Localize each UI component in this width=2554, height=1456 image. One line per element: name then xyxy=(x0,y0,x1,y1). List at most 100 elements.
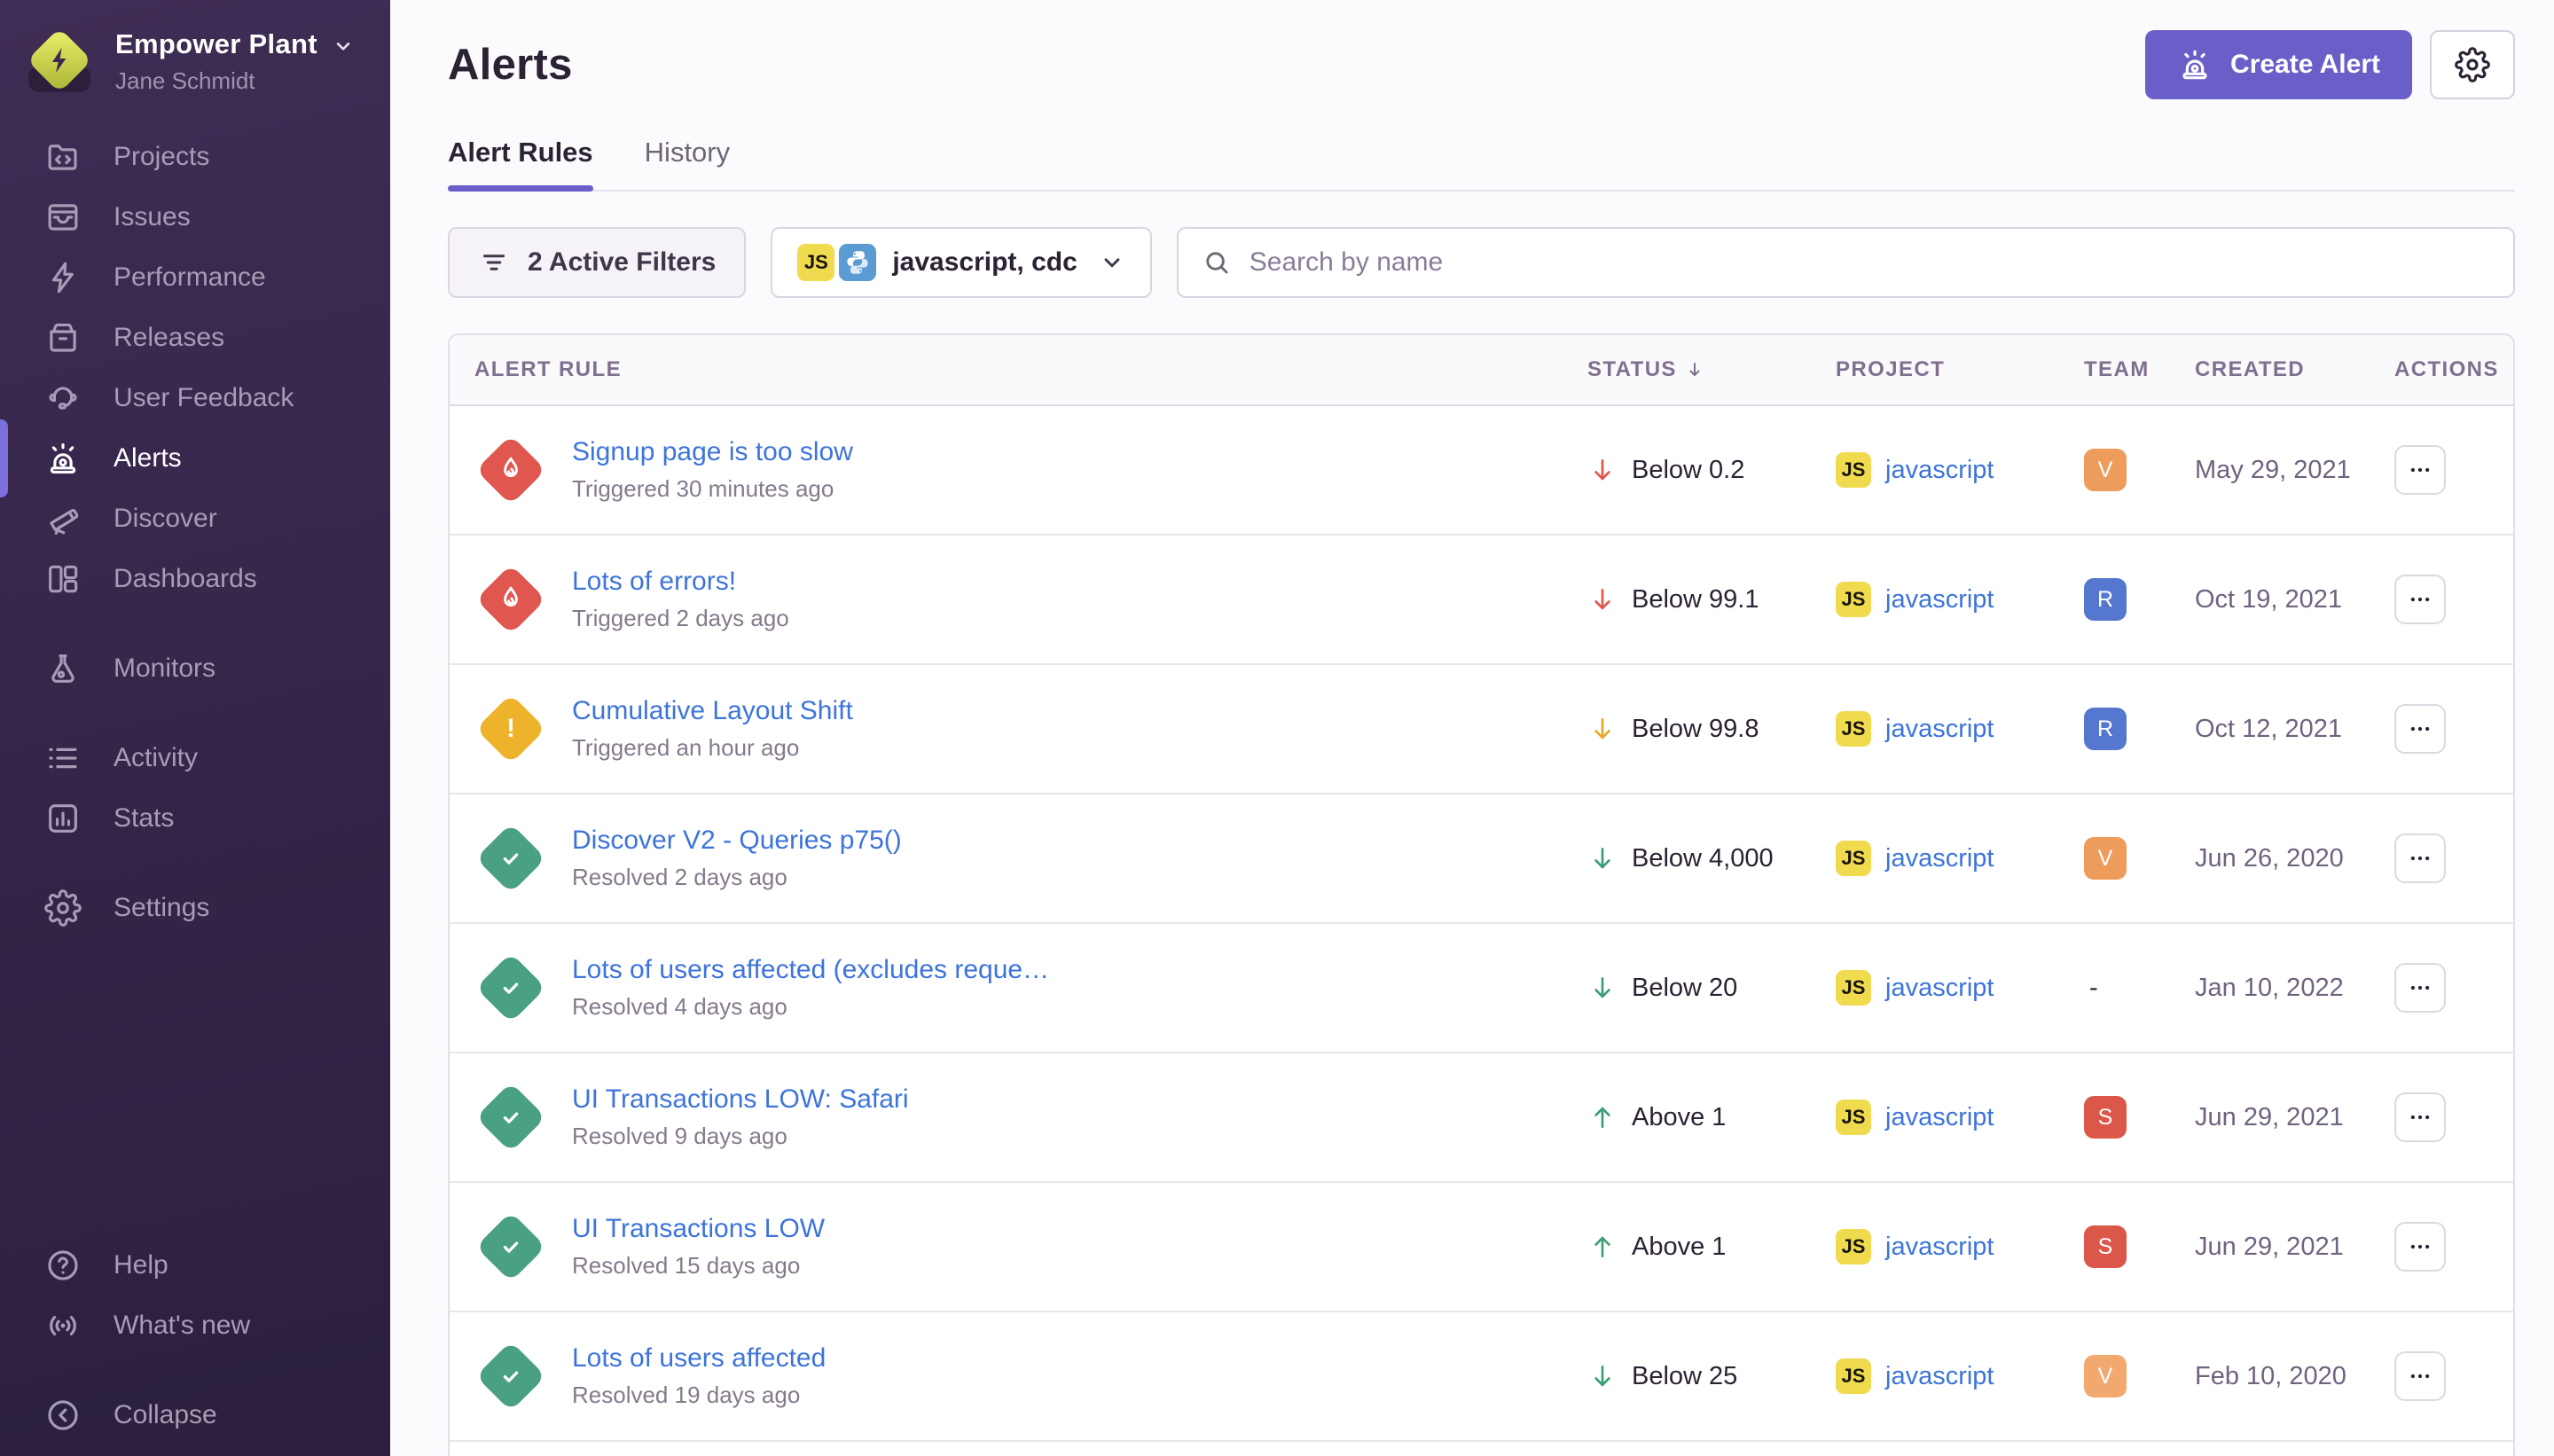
alert-rule-cell: Lots of errors! Triggered 2 days ago xyxy=(450,563,1587,636)
sidebar-item-projects[interactable]: Projects xyxy=(0,127,390,187)
alert-rule-cell: Lots of users affected (excludes reque… … xyxy=(450,951,1587,1024)
severity-resolved-badge xyxy=(474,1081,547,1154)
sidebar-item-help[interactable]: Help xyxy=(0,1235,390,1296)
row-actions-button[interactable] xyxy=(2394,704,2446,754)
row-actions-button[interactable] xyxy=(2394,963,2446,1013)
javascript-icon: JS xyxy=(1836,970,1871,1006)
create-alert-button[interactable]: Create Alert xyxy=(2145,30,2412,99)
alert-rule-link[interactable]: Signup page is too slow xyxy=(572,437,853,467)
column-header-team: Team xyxy=(2084,357,2195,382)
fire-icon xyxy=(495,583,527,615)
project-selector[interactable]: JS javascript, cdc xyxy=(771,227,1151,298)
severity-critical-badge xyxy=(474,434,547,506)
tab-alert-rules[interactable]: Alert Rules xyxy=(448,137,593,190)
row-actions-button[interactable] xyxy=(2394,445,2446,495)
trend-down-icon xyxy=(1587,1361,1618,1391)
created-date: Jun 29, 2021 xyxy=(2195,1233,2394,1262)
sidebar-item-activity[interactable]: Activity xyxy=(0,728,390,788)
actions-cell xyxy=(2394,1092,2513,1142)
project-link[interactable]: javascript xyxy=(1885,585,1994,614)
search-input[interactable] xyxy=(1250,247,2490,278)
status-value: Below 25 xyxy=(1632,1362,1737,1391)
alert-rule-link[interactable]: Lots of errors! xyxy=(572,567,789,597)
status-value: Below 99.1 xyxy=(1632,585,1759,614)
sidebar-item-label: Projects xyxy=(114,142,209,172)
sidebar: Empower Plant Jane Schmidt Projects Issue… xyxy=(0,0,390,1456)
empower-plant-logo-icon xyxy=(30,30,89,94)
team-avatar: V xyxy=(2084,449,2127,491)
releases-icon xyxy=(44,319,82,356)
javascript-icon: JS xyxy=(1836,582,1871,617)
sidebar-item-user-feedback[interactable]: User Feedback xyxy=(0,368,390,428)
active-filters-button[interactable]: 2 Active Filters xyxy=(448,227,746,298)
project-link[interactable]: javascript xyxy=(1885,974,1994,1003)
ellipsis-icon xyxy=(2407,1363,2433,1389)
status-cell: Below 25 xyxy=(1587,1361,1836,1391)
org-switcher[interactable]: Empower Plant Jane Schmidt xyxy=(0,20,390,104)
sidebar-item-dashboards[interactable]: Dashboards xyxy=(0,549,390,609)
trend-down-icon xyxy=(1587,455,1618,485)
alert-rule-link[interactable]: Cumulative Layout Shift xyxy=(572,696,853,726)
sidebar-item-alerts[interactable]: Alerts xyxy=(0,428,390,489)
sidebar-item-discover[interactable]: Discover xyxy=(0,489,390,549)
project-link[interactable]: javascript xyxy=(1885,1362,1994,1391)
alert-rule-link[interactable]: UI Transactions LOW xyxy=(572,1214,825,1244)
trend-up-icon xyxy=(1587,1232,1618,1262)
created-date: Feb 10, 2020 xyxy=(2195,1362,2394,1391)
row-actions-button[interactable] xyxy=(2394,834,2446,883)
sidebar-item-label: Dashboards xyxy=(114,564,257,594)
alert-rule-link[interactable]: UI Transactions LOW: Safari xyxy=(572,1084,909,1115)
alert-rule-link[interactable]: Lots of users affected xyxy=(572,1343,826,1374)
sidebar-item-releases[interactable]: Releases xyxy=(0,308,390,368)
sidebar-item-what-s-new[interactable]: What's new xyxy=(0,1296,390,1356)
chevron-down-icon xyxy=(1099,249,1125,276)
project-link[interactable]: javascript xyxy=(1885,715,1994,744)
alert-rule-row: UI Transactions LOW: Safari Resolved 9 d… xyxy=(450,1053,2513,1183)
severity-critical-badge xyxy=(474,563,547,636)
created-date: May 29, 2021 xyxy=(2195,456,2394,485)
status-value: Below 99.8 xyxy=(1632,715,1759,744)
sidebar-item-collapse[interactable]: Collapse xyxy=(0,1385,390,1445)
sidebar-item-settings[interactable]: Settings xyxy=(0,878,390,938)
status-cell: Above 1 xyxy=(1587,1232,1836,1262)
status-value: Above 1 xyxy=(1632,1103,1726,1132)
team-avatar: R xyxy=(2084,578,2127,621)
sidebar-item-stats[interactable]: Stats xyxy=(0,788,390,849)
dashboards-icon xyxy=(44,560,82,598)
sidebar-item-monitors[interactable]: Monitors xyxy=(0,638,390,699)
collapse-icon xyxy=(44,1397,82,1434)
sidebar-item-performance[interactable]: Performance xyxy=(0,247,390,308)
trend-down-icon xyxy=(1587,584,1618,614)
page-header: Alerts Create Alert xyxy=(448,30,2515,99)
trend-down-icon xyxy=(1587,973,1618,1003)
project-link[interactable]: javascript xyxy=(1885,1103,1994,1132)
sidebar-item-label: Activity xyxy=(114,743,198,773)
created-date: Jun 29, 2021 xyxy=(2195,1103,2394,1132)
page-title: Alerts xyxy=(448,40,573,90)
sidebar-spacer xyxy=(0,938,390,1212)
alerts-settings-button[interactable] xyxy=(2430,30,2515,99)
fire-icon xyxy=(495,454,527,486)
row-actions-button[interactable] xyxy=(2394,575,2446,624)
status-cell: Below 99.8 xyxy=(1587,714,1836,744)
team-cell: V xyxy=(2084,837,2195,880)
project-link[interactable]: javascript xyxy=(1885,844,1994,873)
alert-rule-row: Lots of users affected Resolved 19 days … xyxy=(450,1312,2513,1442)
row-actions-button[interactable] xyxy=(2394,1222,2446,1272)
sidebar-item-issues[interactable]: Issues xyxy=(0,187,390,247)
alert-rule-link[interactable]: Discover V2 - Queries p75() xyxy=(572,826,902,856)
column-label: Project xyxy=(1836,357,1945,382)
project-link[interactable]: javascript xyxy=(1885,1233,1994,1262)
column-header-status[interactable]: Status xyxy=(1587,357,1836,382)
tab-history[interactable]: History xyxy=(645,137,730,190)
severity-warning-badge: ! xyxy=(474,693,547,765)
activity-icon xyxy=(44,740,82,777)
siren-icon xyxy=(2177,47,2213,82)
row-actions-button[interactable] xyxy=(2394,1351,2446,1401)
row-actions-button[interactable] xyxy=(2394,1092,2446,1142)
actions-cell xyxy=(2394,445,2513,495)
column-header-actions: Actions xyxy=(2394,357,2513,382)
project-link[interactable]: javascript xyxy=(1885,456,1994,485)
alert-rule-link[interactable]: Lots of users affected (excludes reque… xyxy=(572,955,1049,985)
column-header-created: Created xyxy=(2195,357,2394,382)
